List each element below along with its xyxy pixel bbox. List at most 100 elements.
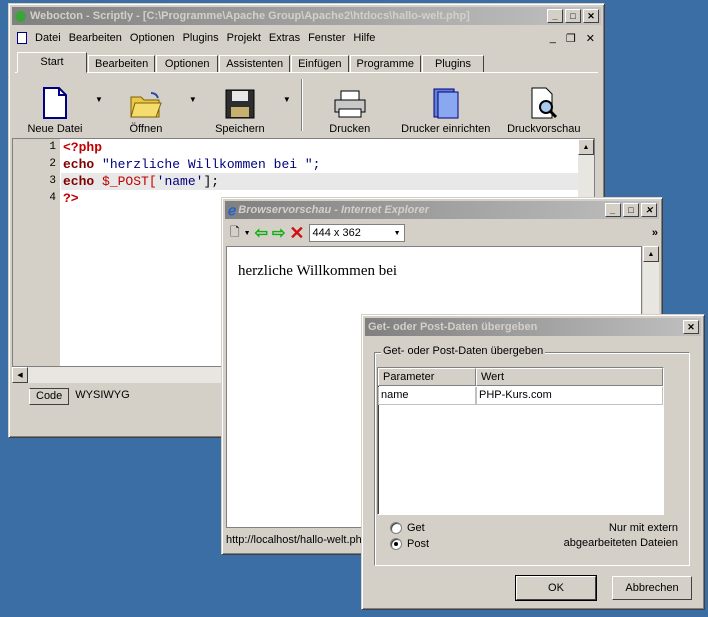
tab-optionen[interactable]: Optionen: [156, 55, 219, 73]
line-number: 1: [49, 141, 56, 153]
group-label: Get- oder Post-Daten übergeben: [381, 345, 546, 357]
scroll-up-arrow-icon[interactable]: ▲: [643, 246, 659, 262]
forward-arrow-icon[interactable]: ⇨: [272, 223, 285, 243]
string-literal: 'name': [156, 174, 204, 189]
cancel-button[interactable]: Abbrechen: [612, 576, 692, 600]
close-button[interactable]: ✕: [683, 320, 699, 334]
echo-keyword: echo: [63, 174, 95, 189]
note-line-1: Nur mit extern: [608, 522, 678, 534]
dialog-titlebar[interactable]: Get- oder Post-Daten übergeben ✕: [365, 318, 701, 336]
note-line-2: abgearbeiteten Dateien: [563, 537, 678, 549]
value-cell[interactable]: PHP-Kurs.com: [476, 387, 663, 405]
column-header-wert[interactable]: Wert: [476, 368, 663, 386]
browser-status-bar: http://localhost/hallo-welt.ph: [226, 534, 362, 546]
app-icon: [15, 10, 26, 22]
scroll-up-arrow-icon[interactable]: ▲: [578, 139, 594, 155]
ribbon-tabs: Start Bearbeiten Optionen Assistenten Ei…: [17, 52, 485, 73]
printer-setup-button[interactable]: Drucker einrichten: [389, 73, 503, 135]
browser-titlebar[interactable]: ℯ Browservorschau - Internet Explorer _ …: [225, 201, 659, 219]
open-button[interactable]: Öffnen: [103, 73, 189, 135]
tab-einfuegen[interactable]: Einfügen: [291, 55, 349, 73]
radio-post-circle[interactable]: [390, 538, 402, 550]
parameter-table[interactable]: Parameter Wert name PHP-Kurs.com: [377, 367, 664, 515]
view-tabs: Code WYSIWYG: [29, 388, 136, 405]
print-preview-label: Druckvorschau: [507, 123, 581, 135]
radio-selected-dot: [394, 542, 398, 546]
mdi-minimize-button[interactable]: _: [545, 32, 561, 44]
main-window-title: Webocton - Scriptly - [C:\Programme\Apac…: [30, 10, 470, 22]
code-line: echo "herzliche Willkommen bei ";: [61, 156, 594, 173]
save-button[interactable]: Speichern: [197, 73, 283, 135]
line-number: 2: [49, 158, 56, 170]
menu-extras[interactable]: Extras: [265, 32, 304, 44]
scroll-left-arrow-icon[interactable]: ◀: [12, 367, 28, 383]
editor-horizontal-scrollbar[interactable]: ◀: [12, 367, 228, 383]
minimize-button[interactable]: _: [605, 203, 621, 217]
print-label: Drucken: [329, 123, 371, 135]
column-header-parameter[interactable]: Parameter: [378, 368, 476, 386]
param-cell[interactable]: name: [378, 387, 476, 405]
tab-code[interactable]: Code: [29, 388, 70, 405]
open-folder-icon: [130, 92, 162, 118]
open-dropdown[interactable]: ▼: [189, 95, 197, 104]
save-dropdown[interactable]: ▼: [283, 95, 291, 104]
preview-size-value: 444 x 362: [312, 227, 361, 239]
mdi-restore-button[interactable]: ❐: [561, 32, 581, 45]
toolbar-separator: [300, 79, 303, 131]
new-file-label: Neue Datei: [27, 123, 83, 135]
tab-start[interactable]: Start: [17, 52, 87, 73]
tab-plugins[interactable]: Plugins: [422, 55, 484, 73]
minimize-button[interactable]: _: [547, 9, 563, 23]
line-number: 4: [49, 192, 56, 204]
menu-projekt[interactable]: Projekt: [223, 32, 265, 44]
line-number: 3: [49, 175, 56, 187]
ok-button[interactable]: OK: [516, 576, 596, 600]
browser-window-title: Browservorschau - Internet Explorer: [238, 204, 430, 216]
back-arrow-icon[interactable]: ⇦: [255, 223, 268, 243]
radio-post-label: Post: [407, 538, 430, 550]
ie-icon: ℯ: [228, 201, 237, 218]
close-button[interactable]: ✕: [583, 9, 599, 23]
code-line-current: echo $_POST['name'];: [61, 173, 594, 190]
radio-post[interactable]: Post: [390, 538, 429, 550]
radio-get-circle[interactable]: [390, 522, 402, 534]
menu-datei[interactable]: Datei: [31, 32, 65, 44]
menu-plugins[interactable]: Plugins: [179, 32, 223, 44]
printer-setup-icon: [433, 88, 459, 119]
maximize-button[interactable]: □: [623, 203, 639, 217]
radio-get[interactable]: Get: [390, 522, 425, 534]
toolbar-overflow-icon[interactable]: »: [652, 227, 658, 239]
tab-assistenten[interactable]: Assistenten: [219, 55, 291, 73]
new-file-dropdown[interactable]: ▼: [95, 95, 103, 104]
ribbon-toolbar: Neue Datei ▼ Öffnen ▼ Speichern ▼ Drucke…: [15, 72, 598, 138]
new-file-button[interactable]: Neue Datei: [15, 73, 95, 135]
post-variable: $_POST[: [94, 174, 157, 189]
table-row[interactable]: name PHP-Kurs.com: [378, 387, 663, 405]
floppy-disk-icon: [225, 89, 255, 119]
extern-note: Nur mit extern abgearbeiteten Dateien: [552, 521, 678, 551]
chevron-down-icon: ▼: [393, 229, 401, 237]
main-titlebar[interactable]: Webocton - Scriptly - [C:\Programme\Apac…: [12, 7, 601, 25]
tab-wysiwyg[interactable]: WYSIWYG: [69, 388, 135, 405]
stop-icon[interactable]: ✕: [289, 223, 304, 244]
maximize-button[interactable]: □: [565, 9, 581, 23]
browser-toolbar: 🗋 ▼ ⇦ ⇨ ✕ 444 x 362 ▼ »: [226, 221, 658, 245]
code-line: <?php: [61, 139, 594, 156]
menu-fenster[interactable]: Fenster: [304, 32, 349, 44]
menu-bearbeiten[interactable]: Bearbeiten: [65, 32, 126, 44]
save-label: Speichern: [215, 123, 265, 135]
print-button[interactable]: Drucken: [311, 73, 389, 135]
print-preview-icon: [531, 87, 557, 119]
mdi-close-button[interactable]: ✕: [581, 32, 600, 45]
preview-size-select[interactable]: 444 x 362 ▼: [308, 224, 405, 242]
tab-bearbeiten[interactable]: Bearbeiten: [88, 55, 156, 73]
close-button[interactable]: ✕: [641, 203, 657, 217]
page-content-text: herzliche Willkommen bei: [238, 263, 398, 279]
menu-hilfe[interactable]: Hilfe: [349, 32, 379, 44]
php-close-tag: ?>: [63, 191, 79, 206]
page-dropdown-icon[interactable]: ▼: [244, 230, 251, 237]
print-preview-button[interactable]: Druckvorschau: [503, 73, 585, 135]
page-icon[interactable]: 🗋: [230, 223, 240, 244]
menu-optionen[interactable]: Optionen: [126, 32, 179, 44]
tab-programme[interactable]: Programme: [349, 55, 421, 73]
